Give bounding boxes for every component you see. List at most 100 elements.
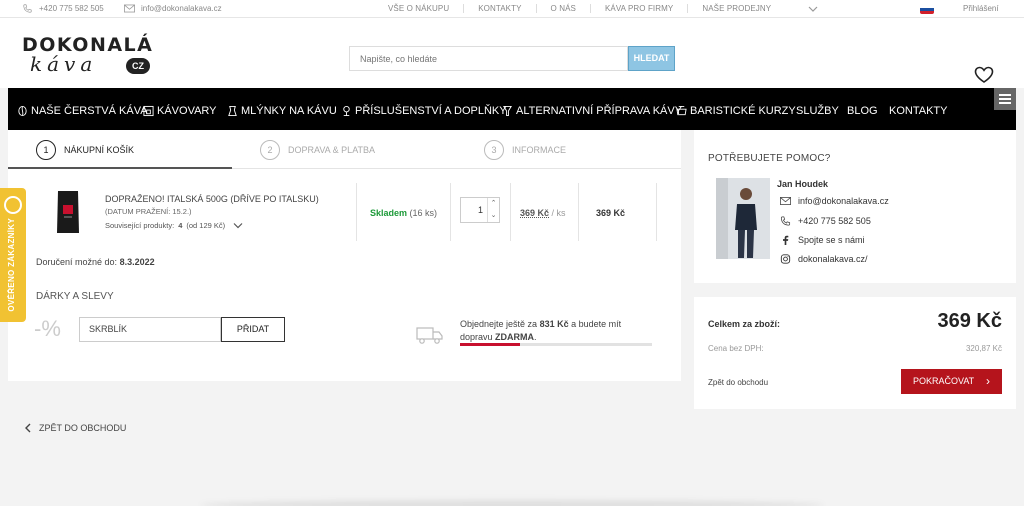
- step-shipping[interactable]: 2 DOPRAVA & PLATBA: [260, 140, 375, 160]
- stock-count: (16 ks): [409, 208, 438, 218]
- top-nav-item[interactable]: VŠE O NÁKUPU: [374, 4, 463, 13]
- back-to-shop-link[interactable]: Zpět do obchodu: [708, 378, 768, 387]
- nav-label: PŘÍSLUŠENSTVÍ A DOPLŇKY: [355, 105, 507, 117]
- top-nav-item[interactable]: KONTAKTY: [463, 4, 535, 13]
- chevron-down-icon[interactable]: ⌄: [487, 210, 499, 222]
- contact-instagram[interactable]: dokonalakava.cz/: [780, 254, 868, 264]
- coffee-machine-icon: [143, 105, 154, 117]
- product-name[interactable]: DOPRAŽENO! ITALSKÁ 500G (DŘÍVE PO ITALSK…: [105, 194, 319, 204]
- shipping-amount: 831 Kč: [539, 319, 569, 329]
- delivery-value: 8.3.2022: [119, 257, 155, 267]
- continue-button[interactable]: POKRAČOVAT ›: [901, 369, 1002, 394]
- active-step-underline: [8, 167, 232, 169]
- nav-item-contacts[interactable]: KONTAKTY: [889, 105, 947, 117]
- top-nav-item[interactable]: O NÁS: [535, 4, 590, 13]
- logo-badge: CZ: [126, 58, 150, 74]
- logo[interactable]: DOKONALÁ káva CZ: [22, 34, 162, 80]
- step-label: INFORMACE: [512, 145, 566, 155]
- cart-item-row: DOPRAŽENO! ITALSKÁ 500G (DŘÍVE PO ITALSK…: [8, 183, 681, 243]
- cart-panel: 1 NÁKUPNÍ KOŠÍK 2 DOPRAVA & PLATBA 3 INF…: [8, 130, 681, 381]
- chevron-up-icon[interactable]: ⌃: [487, 198, 499, 210]
- nav-label: MLÝNKY NA KÁVU: [241, 105, 337, 117]
- page-shadow: [200, 500, 824, 506]
- quantity-value[interactable]: 1: [461, 198, 487, 222]
- help-panel: POTŘEBUJETE POMOC? Jan Houdek info@dokon…: [694, 130, 1016, 283]
- related-products[interactable]: Související produkty: 4 (od 129 Kč): [105, 221, 243, 230]
- truck-icon: [416, 327, 443, 344]
- step-information[interactable]: 3 INFORMACE: [484, 140, 566, 160]
- chevron-down-icon: [233, 223, 243, 229]
- product-roast-date: (DATUM PRAŽENÍ: 15.2.): [105, 207, 192, 216]
- column-divider: [356, 183, 357, 241]
- coffee-bean-icon: [18, 105, 27, 117]
- related-count: 4: [178, 221, 183, 230]
- search-input[interactable]: [349, 46, 628, 71]
- verified-reviews-label: OVĚŘENO ZÁKAZNÍKY: [7, 218, 16, 312]
- stock-status: Skladem (16 ks): [370, 208, 437, 218]
- header: DOKONALÁ káva CZ HLEDAT: [0, 18, 1024, 88]
- quantity-stepper[interactable]: 1 ⌃ ⌄: [460, 197, 500, 223]
- contact-instagram-text: dokonalakava.cz/: [798, 254, 868, 264]
- main-nav: NAŠE ČERSTVÁ KÁVA KÁVOVARY MLÝNKY NA KÁV…: [8, 88, 1016, 130]
- contact-phone-text: +420 775 582 505: [798, 216, 871, 226]
- shipping-text: dopravu: [460, 332, 493, 342]
- pour-over-icon: [503, 105, 512, 117]
- related-price: (od 129 Kč): [186, 221, 226, 230]
- nav-label: SLUŽBY: [796, 105, 839, 117]
- nav-item-fresh-coffee[interactable]: NAŠE ČERSTVÁ KÁVA: [17, 105, 148, 117]
- unit-price-value: 369 Kč: [520, 208, 550, 218]
- back-to-shop-bottom-link[interactable]: ZPĚT DO OBCHODU: [24, 423, 126, 433]
- nav-item-alternative[interactable]: ALTERNATIVNÍ PŘÍPRAVA KÁVY: [502, 105, 682, 117]
- step-number: 1: [36, 140, 56, 160]
- verified-badge-icon: [4, 196, 22, 214]
- phone-icon: [23, 4, 32, 13]
- language-flag-icon[interactable]: [920, 5, 934, 14]
- accessories-icon: [343, 105, 350, 117]
- checkout-steps: 1 NÁKUPNÍ KOŠÍK 2 DOPRAVA & PLATBA 3 INF…: [8, 130, 681, 170]
- contact-facebook[interactable]: Spojte se s námi: [780, 235, 865, 245]
- chevron-left-icon: [25, 423, 31, 433]
- add-coupon-button[interactable]: PŘIDAT: [221, 317, 285, 342]
- top-bar: +420 775 582 505 info@dokonalakava.cz VŠ…: [0, 0, 1024, 18]
- top-phone-text: +420 775 582 505: [39, 4, 104, 13]
- nav-item-barista-courses[interactable]: BARISTICKÉ KURZY: [676, 105, 796, 117]
- free-shipping-message: Objednejte ještě za 831 Kč a budete mít …: [460, 319, 622, 342]
- login-link[interactable]: Přihlášení: [963, 4, 999, 13]
- contact-phone[interactable]: +420 775 582 505: [780, 216, 871, 226]
- step-number: 3: [484, 140, 504, 160]
- stock-label: Skladem: [370, 208, 408, 218]
- nav-item-accessories[interactable]: PŘÍSLUŠENSTVÍ A DOPLŇKY: [341, 105, 507, 117]
- barista-icon: [676, 105, 687, 116]
- column-divider: [656, 183, 657, 241]
- step-cart[interactable]: 1 NÁKUPNÍ KOŠÍK: [36, 140, 134, 160]
- contact-email[interactable]: info@dokonalakava.cz: [780, 196, 889, 206]
- nav-item-services[interactable]: SLUŽBY: [796, 105, 839, 117]
- column-divider: [450, 183, 451, 241]
- top-email[interactable]: info@dokonalakava.cz: [124, 4, 222, 13]
- top-phone[interactable]: +420 775 582 505: [22, 4, 104, 13]
- coupon-input[interactable]: SKRBLÍK: [79, 317, 221, 342]
- chevron-down-icon[interactable]: [808, 5, 818, 13]
- nav-label: KÁVOVARY: [157, 105, 217, 117]
- chevron-right-icon: ›: [986, 374, 990, 388]
- menu-icon[interactable]: [994, 88, 1016, 110]
- verified-reviews-tab[interactable]: OVĚŘENO ZÁKAZNÍKY: [0, 188, 26, 322]
- nav-item-blog[interactable]: BLOG: [847, 105, 878, 117]
- delivery-date: Doručení možné do: 8.3.2022: [36, 257, 155, 267]
- help-title: POTŘEBUJETE POMOC?: [708, 153, 831, 164]
- top-nav-item[interactable]: NAŠE PRODEJNY: [687, 4, 785, 13]
- top-email-text: info@dokonalakava.cz: [141, 4, 222, 13]
- mail-icon: [124, 4, 135, 13]
- gifts-title: DÁRKY A SLEVY: [36, 291, 114, 302]
- contact-email-text: info@dokonalakava.cz: [798, 196, 889, 206]
- top-nav-item[interactable]: KÁVA PRO FIRMY: [589, 4, 687, 13]
- heart-icon[interactable]: [974, 66, 994, 84]
- nav-item-coffee-machines[interactable]: KÁVOVARY: [143, 105, 217, 117]
- step-label: NÁKUPNÍ KOŠÍK: [64, 145, 135, 155]
- nav-item-grinders[interactable]: MLÝNKY NA KÁVU: [227, 105, 337, 117]
- total-label: Celkem za zboží:: [708, 319, 781, 329]
- search-button[interactable]: HLEDAT: [628, 46, 675, 71]
- contact-name: Jan Houdek: [777, 179, 829, 189]
- shipping-text: Objednejte ještě za: [460, 319, 538, 329]
- product-image[interactable]: [54, 189, 82, 235]
